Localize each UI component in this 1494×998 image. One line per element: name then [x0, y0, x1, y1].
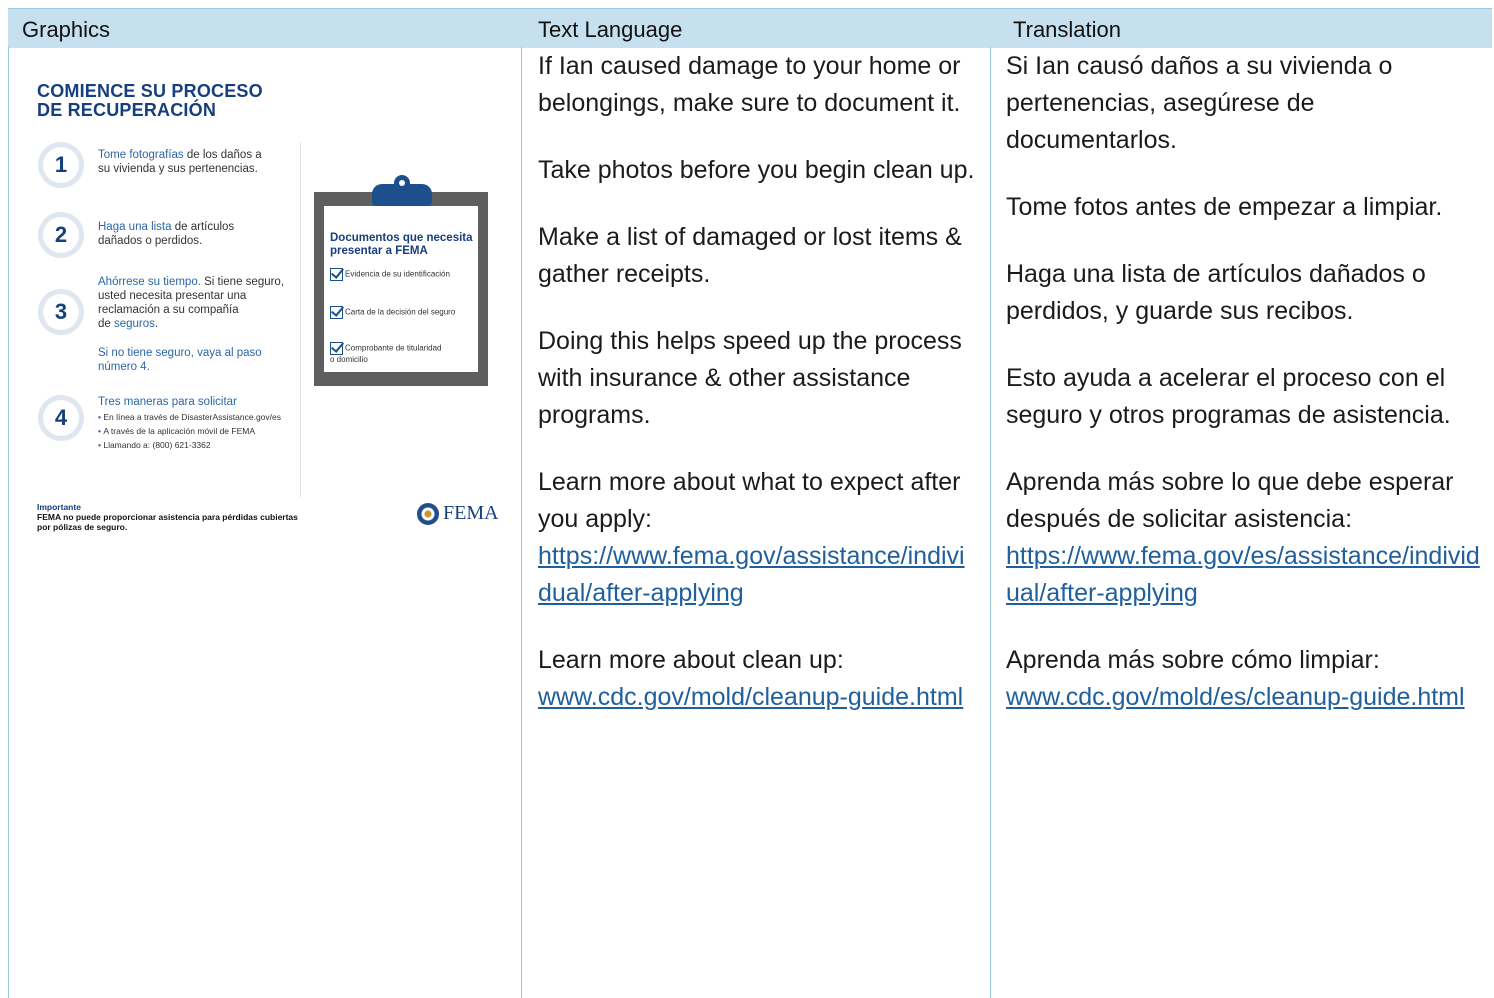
- list-item: • Llamando a: (800) 621-3362: [98, 440, 211, 450]
- step-number-badge: 3: [38, 289, 84, 335]
- paragraph: If Ian caused damage to your home or bel…: [538, 52, 961, 117]
- cleanup-guide-link-es[interactable]: www.cdc.gov/mold/es/cleanup-guide.html: [1006, 683, 1465, 711]
- checklist-item: Comprobante de titularidad o domicilio: [330, 342, 442, 364]
- checklist-item: Evidencia de su identificación: [330, 268, 450, 281]
- graphic-title: COMIENCE SU PROCESO DE RECUPERACIÓN: [37, 81, 263, 120]
- recovery-graphic: COMIENCE SU PROCESO DE RECUPERACIÓN 1 To…: [36, 81, 499, 542]
- dhs-seal-icon: [417, 503, 439, 526]
- step-text: Tres maneras para solicitar: [98, 396, 237, 408]
- clipboard-paper: Documentos que necesita presentar a FEMA…: [324, 206, 478, 372]
- table-header: Graphics Text Language Translation: [8, 8, 1492, 48]
- paragraph: Take photos before you begin clean up.: [538, 156, 975, 184]
- paragraph: Learn more about what to expect after yo…: [538, 468, 965, 607]
- english-text-column: If Ian caused damage to your home or bel…: [538, 48, 978, 746]
- paragraph: Haga una lista de artículos dañados o pe…: [1006, 260, 1426, 325]
- column-divider: [8, 47, 9, 998]
- after-applying-link[interactable]: https://www.fema.gov/assistance/individu…: [538, 542, 965, 607]
- clipboard: Documentos que necesita presentar a FEMA…: [314, 192, 488, 386]
- fema-logo: FEMA: [417, 502, 499, 526]
- checkbox-icon: [330, 342, 343, 355]
- paragraph: Make a list of damaged or lost items & g…: [538, 223, 962, 288]
- paragraph: Tome fotos antes de empezar a limpiar.: [1006, 193, 1443, 221]
- important-note: Importante FEMA no puede proporcionar as…: [37, 502, 298, 532]
- checkbox-icon: [330, 306, 343, 319]
- step-number-badge: 4: [38, 395, 84, 441]
- cleanup-guide-link[interactable]: www.cdc.gov/mold/cleanup-guide.html: [538, 683, 963, 711]
- apply-methods-list: • En línea a través de DisasterAssistanc…: [98, 410, 281, 452]
- step-number-badge: 2: [38, 212, 84, 258]
- checkbox-icon: [330, 268, 343, 281]
- column-divider: [990, 47, 991, 998]
- step-text: Tome fotografías de los daños a su vivie…: [98, 149, 262, 175]
- step-text: Ahórrese su tiempo. Si tiene seguro, ust…: [98, 276, 285, 330]
- after-applying-link-es[interactable]: https://www.fema.gov/es/assistance/indiv…: [1006, 542, 1480, 607]
- translation-text-column: Si Ian causó daños a su vivienda o perte…: [1006, 48, 1488, 746]
- step-note: Si no tiene seguro, vaya al paso número …: [98, 347, 262, 373]
- list-item: • A través de la aplicación móvil de FEM…: [98, 426, 255, 436]
- steps-list: 1 Tome fotografías de los daños a su viv…: [36, 142, 301, 497]
- step-number-badge: 1: [38, 142, 84, 188]
- step-text: Haga una lista de artículos dañados o pe…: [98, 221, 235, 247]
- clipboard-clip-icon: [372, 175, 432, 206]
- paragraph: Esto ayuda a acelerar el proceso con el …: [1006, 364, 1451, 429]
- list-item: • En línea a través de DisasterAssistanc…: [98, 412, 281, 422]
- paragraph: Aprenda más sobre lo que debe esperar de…: [1006, 468, 1480, 607]
- checklist-item: Carta de la decisión del seguro: [330, 306, 455, 319]
- header-translation: Translation: [1013, 17, 1122, 42]
- paragraph: Doing this helps speed up the process wi…: [538, 327, 962, 429]
- paragraph: Si Ian causó daños a su vivienda o perte…: [1006, 52, 1393, 154]
- paragraph: Aprenda más sobre cómo limpiar: www.cdc.g…: [1006, 646, 1465, 711]
- header-graphics: Graphics: [22, 17, 111, 42]
- header-text-language: Text Language: [538, 17, 683, 42]
- column-divider: [521, 47, 522, 998]
- clipboard-title: Documentos que necesita presentar a FEMA: [330, 232, 473, 257]
- paragraph: Learn more about clean up: www.cdc.gov/mo…: [538, 646, 964, 711]
